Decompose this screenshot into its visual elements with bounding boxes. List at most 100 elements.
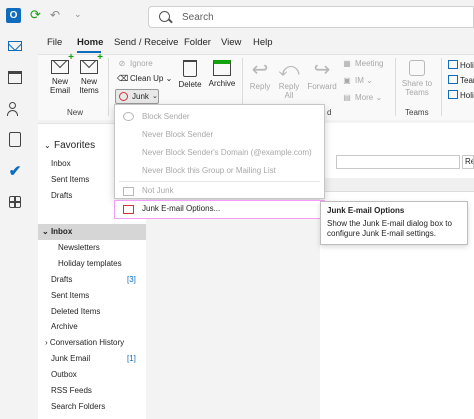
reply-all-icon: ⤺ (278, 59, 300, 81)
delete-button[interactable]: Delete (177, 60, 203, 89)
search-input[interactable]: Search (148, 6, 474, 28)
chevron-right-icon: › (45, 338, 48, 347)
folder-deleted-items[interactable]: Deleted Items (51, 307, 100, 316)
group-label-teams: Teams (405, 108, 429, 117)
envelope-icon: + (51, 53, 74, 74)
im-button[interactable]: ▣ IM ⌄ (342, 76, 373, 85)
message-search-field[interactable] (336, 155, 460, 169)
quick-step-holiday-label: Holid (460, 61, 474, 70)
share-to-teams-button[interactable]: Share to Teams (399, 60, 435, 97)
more-respond-button[interactable]: ▤ More ⌄ (342, 93, 382, 102)
search-icon (159, 11, 170, 22)
delete-label: Delete (178, 80, 202, 89)
new-email-button[interactable]: + New Email (47, 53, 74, 96)
reply-label: Reply (249, 82, 271, 91)
forward-label: Forward (307, 82, 337, 91)
new-email-label-2: Email (49, 86, 70, 95)
ribbon-separator (395, 58, 396, 116)
folder-archive[interactable]: Archive (51, 322, 78, 331)
never-block-domain-label: Never Block Sender's Domain (@example.co… (142, 148, 312, 157)
people-icon[interactable] (5, 99, 25, 119)
junk-email-count: [1] (127, 354, 136, 363)
quick-step-team[interactable]: Tean (448, 75, 474, 86)
im-label: IM (355, 76, 364, 85)
folder-drafts[interactable]: Drafts (51, 275, 72, 284)
inbox-label: Inbox (50, 227, 73, 236)
folder-conversation-history[interactable]: › Conversation History (45, 338, 124, 347)
apps-grid-icon[interactable] (5, 192, 25, 212)
folder-outbox[interactable]: Outbox (51, 370, 77, 379)
new-items-button[interactable]: + New Items (76, 53, 103, 96)
folder-junk-email[interactable]: Junk Email (51, 354, 90, 363)
menu-not-junk[interactable]: Not Junk (115, 183, 324, 198)
im-icon: ▣ (343, 76, 351, 85)
junk-button[interactable]: Junk ⌄ (115, 89, 159, 104)
tab-send-receive[interactable]: Send / Receive (114, 37, 178, 48)
favorite-inbox[interactable]: Inbox (51, 159, 71, 168)
reply-button[interactable]: ↩ Reply (248, 60, 272, 91)
group-label-new: New (67, 108, 84, 117)
outlook-app-icon: O (6, 8, 21, 23)
tasks-icon[interactable] (5, 130, 25, 150)
menu-block-sender[interactable]: Block Sender (115, 108, 324, 125)
block-sender-label: Block Sender (142, 112, 190, 121)
quick-step-icon (448, 75, 458, 84)
chevron-down-icon: ⌄ (42, 227, 51, 236)
forward-icon: ↪ (313, 59, 331, 81)
folder-holiday-templates[interactable]: Holiday templates (58, 259, 122, 268)
conversation-history-label: Conversation History (49, 338, 125, 347)
folder-search-folders[interactable]: Search Folders (51, 402, 105, 411)
share-to-teams-label-1: Share to (401, 79, 433, 88)
quick-step-holiday-2[interactable]: Holid (448, 90, 474, 101)
tab-folder[interactable]: Folder (184, 37, 211, 48)
never-block-group-label: Never Block this Group or Mailing List (142, 166, 276, 175)
folder-sent-items[interactable]: Sent Items (51, 291, 89, 300)
archive-icon (213, 60, 231, 76)
ignore-button[interactable]: ⊘ Ignore (117, 59, 153, 68)
trash-icon (183, 60, 197, 77)
junk-icon (119, 92, 128, 101)
chevron-down-icon[interactable]: ⌄ (74, 9, 82, 20)
todo-check-icon[interactable]: ✔ (5, 162, 25, 182)
reply-all-button[interactable]: ⤺ Reply All (276, 60, 302, 100)
mail-icon[interactable] (5, 36, 25, 56)
folder-inbox[interactable]: ⌄ Inbox (42, 227, 72, 236)
quick-step-holiday[interactable]: Holid (448, 60, 474, 71)
chevron-down-icon: ⌄ (44, 141, 51, 150)
tab-file[interactable]: File (47, 37, 62, 48)
menu-never-block-group[interactable]: Never Block this Group or Mailing List (115, 162, 324, 179)
tab-view[interactable]: View (221, 37, 241, 48)
tab-help[interactable]: Help (253, 37, 273, 48)
more-icon: ▤ (343, 93, 351, 102)
block-icon (123, 112, 134, 121)
folder-newsletters[interactable]: Newsletters (58, 243, 100, 252)
share-to-teams-label-2: Teams (405, 88, 429, 97)
new-items-icon: + (80, 53, 103, 74)
menu-junk-email-options[interactable]: Junk E-mail Options... (114, 200, 325, 219)
never-block-sender-label: Never Block Sender (142, 130, 214, 139)
forward-button[interactable]: ↪ Forward (305, 60, 339, 91)
favorite-drafts[interactable]: Drafts (51, 191, 72, 200)
calendar-icon[interactable] (5, 68, 25, 88)
new-items-label-1: New (80, 77, 97, 86)
column-fragment[interactable]: Re (462, 155, 474, 169)
reply-all-label-1: Reply (278, 82, 300, 91)
archive-button[interactable]: Archive (207, 60, 237, 88)
quick-step-holiday-2-label: Holid (460, 91, 474, 100)
tab-home[interactable]: Home (77, 37, 103, 48)
meeting-button[interactable]: ▦ Meeting (342, 59, 383, 68)
meeting-label: Meeting (355, 59, 384, 68)
ribbon-separator (441, 58, 442, 116)
menu-never-block-sender[interactable]: Never Block Sender (115, 126, 324, 143)
clean-up-label: Clean Up (130, 74, 164, 83)
more-label: More (355, 93, 374, 102)
favorite-sent-items[interactable]: Sent Items (51, 175, 89, 184)
favorites-header[interactable]: ⌄ Favorites (44, 140, 95, 151)
menu-never-block-domain[interactable]: Never Block Sender's Domain (@example.co… (115, 144, 324, 161)
undo-icon[interactable]: ↶ (50, 8, 64, 22)
menu-separator (119, 181, 320, 182)
send-receive-sync-icon[interactable]: ⟳ (30, 8, 44, 22)
folder-rss-feeds[interactable]: RSS Feeds (51, 386, 92, 395)
junk-options-icon (123, 205, 134, 214)
clean-up-button[interactable]: ⌫ Clean Up ⌄ (117, 74, 172, 83)
